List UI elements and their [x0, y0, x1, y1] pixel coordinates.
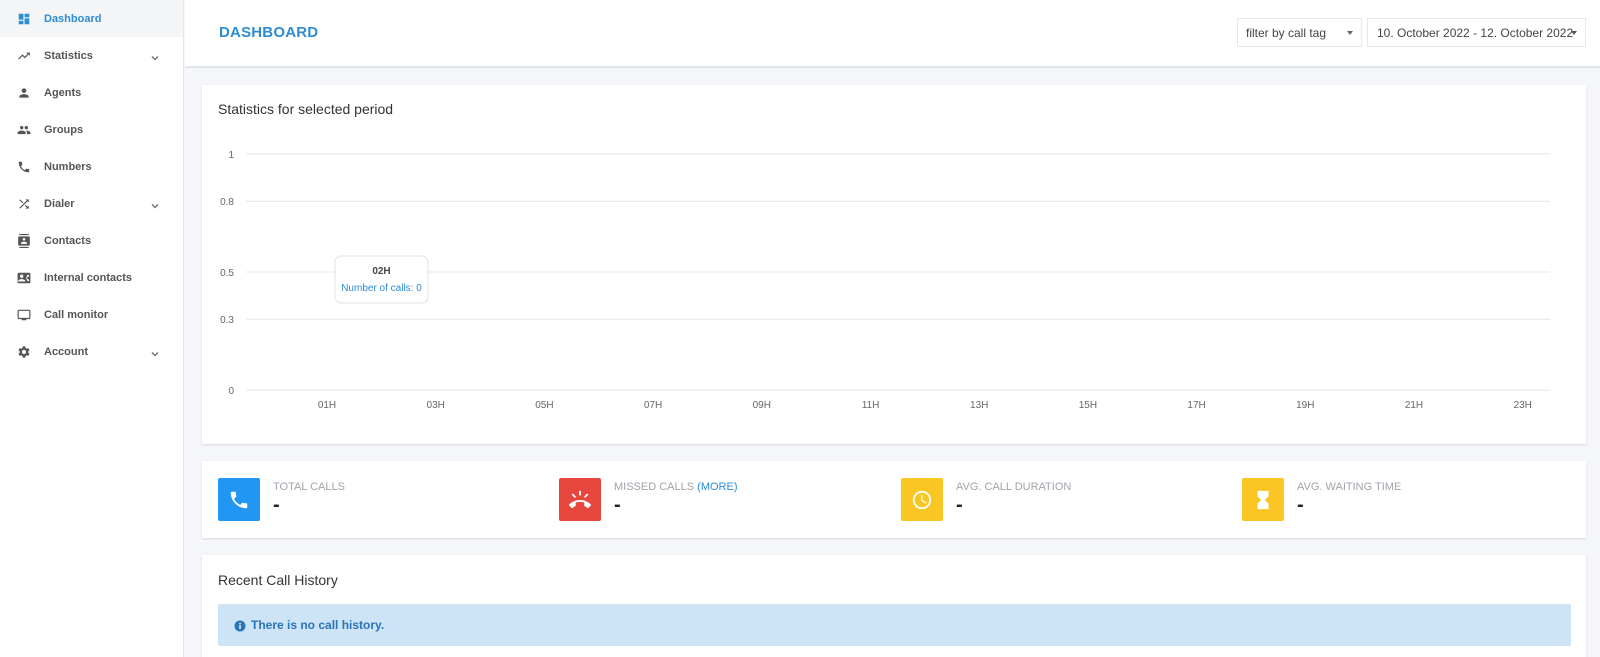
sidebar-item-label: Account — [44, 345, 88, 358]
date-range-value: 10. October 2022 - 12. October 2022 — [1377, 25, 1574, 40]
shuffle-icon — [16, 196, 32, 212]
chevron-down-icon[interactable] — [150, 50, 160, 61]
statistics-card: Statistics for selected period 0 0.3 0.5 0.… — [202, 85, 1586, 444]
date-range-picker[interactable]: 10. October 2022 - 12. October 2022 — [1367, 18, 1586, 47]
sidebar-item-groups[interactable]: Groups — [0, 111, 183, 148]
stat-value: - — [273, 494, 280, 516]
recent-call-history-title: Recent Call History — [218, 572, 338, 588]
x-tick-label: 23H — [1514, 400, 1532, 411]
sidebar-item-statistics[interactable]: Statistics — [0, 37, 183, 74]
phone-icon — [16, 159, 32, 175]
stat-value: - — [956, 494, 963, 516]
caret-down-icon — [1347, 31, 1353, 35]
phone-icon — [218, 478, 260, 521]
stat-value: - — [1297, 494, 1304, 516]
sidebar-item-label: Contacts — [44, 234, 92, 247]
people-icon — [16, 122, 32, 138]
sidebar-item-label: Internal contacts — [44, 271, 133, 284]
page-header: DASHBOARD filter by call tag 10. October… — [185, 0, 1600, 68]
dashboard-icon — [16, 11, 32, 27]
x-tick-label: 07H — [644, 400, 662, 411]
sidebar-item-label: Statistics — [44, 49, 93, 62]
gear-icon — [16, 344, 32, 360]
clock-icon — [901, 478, 943, 521]
stat-label: MISSED CALLS (MORE) — [614, 481, 738, 493]
contact-card-icon — [16, 270, 32, 286]
sidebar-item-label: Numbers — [44, 160, 92, 173]
sidebar-item-internal-contacts[interactable]: Internal contacts — [0, 259, 183, 296]
caret-down-icon — [1571, 31, 1577, 35]
sidebar-item-label: Dialer — [44, 197, 75, 210]
sidebar-item-account[interactable]: Account — [0, 333, 183, 370]
sidebar-item-label: Dashboard — [44, 12, 102, 25]
chart-tooltip-value: Number of calls: 0 — [341, 283, 422, 294]
empty-history-message: There is no call history. — [251, 618, 385, 632]
chart-tooltip-title: 02H — [372, 266, 390, 277]
chevron-down-icon[interactable] — [150, 198, 160, 209]
sidebar-item-agents[interactable]: Agents — [0, 74, 183, 111]
x-tick-label: 01H — [318, 400, 336, 411]
sidebar-item-dashboard[interactable]: Dashboard — [0, 0, 183, 37]
y-tick-label: 0 — [228, 386, 234, 397]
stat-label: AVG. CALL DURATION — [956, 481, 1072, 493]
x-tick-label: 11H — [862, 400, 880, 411]
info-icon — [234, 619, 246, 632]
contacts-icon — [16, 233, 32, 249]
sidebar-item-label: Call monitor — [44, 308, 109, 321]
monitor-icon — [16, 307, 32, 323]
chevron-down-icon[interactable] — [150, 346, 160, 357]
empty-history-alert: There is no call history. — [218, 604, 1571, 646]
y-tick-label: 0.8 — [220, 197, 234, 208]
sidebar-item-dialer[interactable]: Dialer — [0, 185, 183, 222]
missed-call-icon — [559, 478, 601, 521]
stat-value: - — [614, 494, 621, 516]
page-title: DASHBOARD — [219, 24, 319, 41]
sidebar: Dashboard Statistics Agents Groups Numbe… — [0, 0, 184, 657]
x-tick-label: 05H — [535, 400, 553, 411]
call-tag-filter-value: filter by call tag — [1246, 25, 1327, 40]
trending-up-icon — [16, 48, 32, 64]
sidebar-item-contacts[interactable]: Contacts — [0, 222, 183, 259]
sidebar-item-numbers[interactable]: Numbers — [0, 148, 183, 185]
y-tick-label: 0.5 — [220, 268, 234, 279]
x-tick-label: 03H — [427, 400, 445, 411]
y-tick-label: 1 — [228, 150, 234, 161]
y-tick-label: 0.3 — [220, 315, 234, 326]
stat-label: AVG. WAITING TIME — [1297, 481, 1402, 493]
missed-calls-more-link[interactable]: (MORE) — [697, 481, 737, 493]
hourglass-icon — [1242, 478, 1284, 521]
x-tick-label: 15H — [1079, 400, 1097, 411]
stat-label: TOTAL CALLS — [273, 481, 345, 493]
call-tag-filter-select[interactable]: filter by call tag — [1237, 18, 1362, 47]
x-tick-label: 17H — [1187, 400, 1205, 411]
x-tick-label: 19H — [1296, 400, 1314, 411]
x-tick-label: 21H — [1405, 400, 1423, 411]
sidebar-item-label: Groups — [44, 123, 84, 136]
sidebar-item-call-monitor[interactable]: Call monitor — [0, 296, 183, 333]
person-icon — [16, 85, 32, 101]
chart-tooltip — [334, 255, 429, 304]
sidebar-item-label: Agents — [44, 86, 82, 99]
x-tick-label: 09H — [753, 400, 771, 411]
call-stats-card: TOTAL CALLS - MISSED CALLS (MORE) - AVG.… — [202, 461, 1586, 538]
recent-call-history-card: Recent Call History There is no call his… — [202, 555, 1586, 657]
x-tick-label: 13H — [970, 400, 988, 411]
calls-per-hour-chart: 0 0.3 0.5 0.8 1 01H 03H 05H 07H 09H 11H 13H 15H 17H 19… — [220, 150, 1550, 411]
